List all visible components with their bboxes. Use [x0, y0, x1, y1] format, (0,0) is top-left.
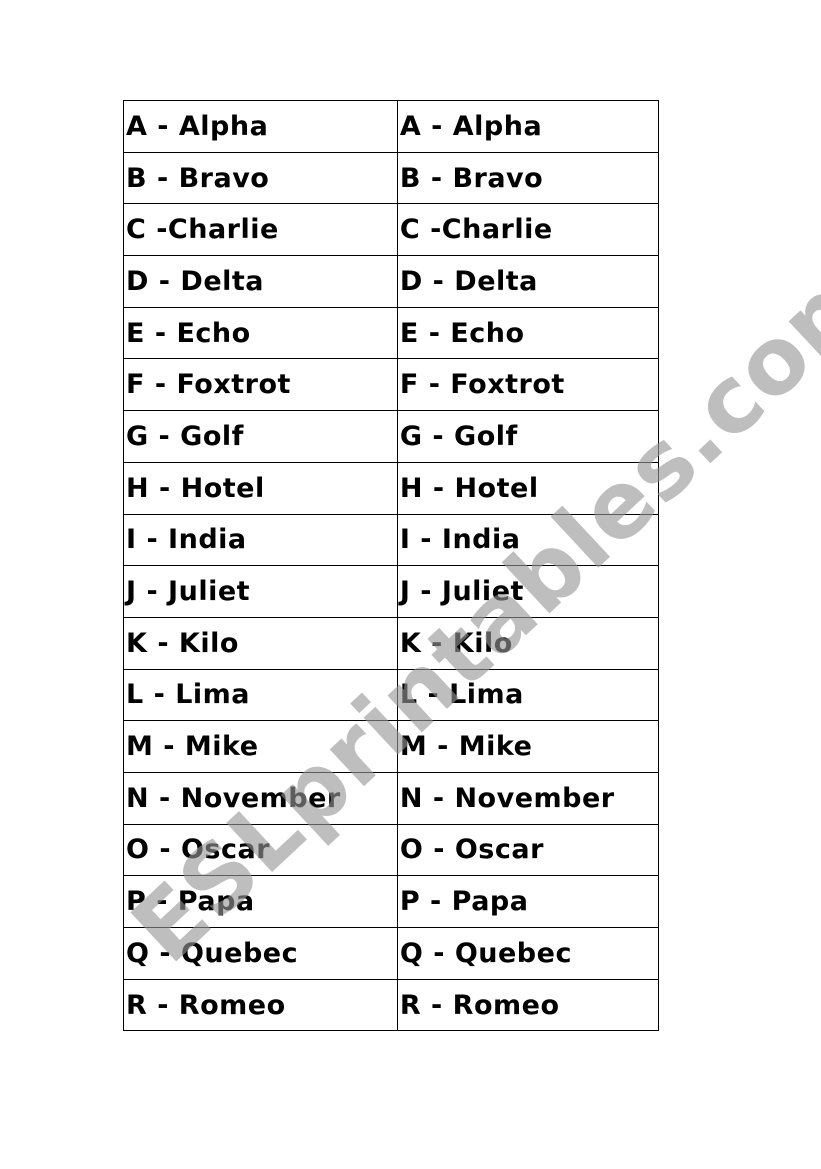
table-row: A - Alpha A - Alpha [123, 100, 660, 153]
table-row: N - November N - November [123, 771, 660, 825]
table-cell: M - Mike [396, 720, 660, 773]
table-cell: M - Mike [123, 720, 398, 773]
table-cell: E - Echo [396, 306, 660, 360]
table-cell: K - Kilo [123, 616, 398, 670]
table-cell: H - Hotel [396, 461, 660, 515]
table-cell: D - Delta [123, 255, 398, 308]
table-cell: J - Juliet [396, 565, 660, 618]
table-cell: R - Romeo [123, 978, 398, 1032]
table-row: J - Juliet J - Juliet [123, 565, 660, 618]
table-row: I - India I - India [123, 513, 660, 567]
table-cell: K - Kilo [396, 616, 660, 670]
table-cell: D - Delta [396, 255, 660, 308]
table-row: P - Papa P - Papa [123, 875, 660, 928]
table-cell: O - Oscar [123, 823, 398, 877]
table-cell: H - Hotel [123, 461, 398, 515]
table-row: O - Oscar O - Oscar [123, 823, 660, 877]
table-row: L - Lima L - Lima [123, 668, 660, 722]
table-cell: R - Romeo [396, 978, 660, 1032]
table-cell: C -Charlie [396, 203, 660, 257]
table-row: E - Echo E - Echo [123, 306, 660, 360]
table-row: G - Golf G - Golf [123, 410, 660, 463]
table-cell: I - India [123, 513, 398, 567]
worksheet-page: A - Alpha A - Alpha B - Bravo B - Bravo C -C… [0, 0, 821, 1169]
table-cell: B - Bravo [123, 151, 398, 205]
table-row: M - Mike M - Mike [123, 720, 660, 773]
table-cell: E - Echo [123, 306, 398, 360]
table-cell: L - Lima [396, 668, 660, 722]
table-cell: G - Golf [123, 410, 398, 463]
table-cell: J - Juliet [123, 565, 398, 618]
table-row: D - Delta D - Delta [123, 255, 660, 308]
table-row: H - Hotel H - Hotel [123, 461, 660, 515]
table-row: C -Charlie C -Charlie [123, 203, 660, 257]
table-cell: F - Foxtrot [123, 358, 398, 412]
table-cell: O - Oscar [396, 823, 660, 877]
table-cell: G - Golf [396, 410, 660, 463]
table-cell: L - Lima [123, 668, 398, 722]
table-cell: N - November [123, 771, 398, 825]
table-row: F - Foxtrot F - Foxtrot [123, 358, 660, 412]
phonetic-alphabet-table: A - Alpha A - Alpha B - Bravo B - Bravo C -C… [123, 100, 660, 1032]
table-row: K - Kilo K - Kilo [123, 616, 660, 670]
table-cell: P - Papa [396, 875, 660, 928]
table-row: Q - Quebec Q - Quebec [123, 927, 660, 980]
table-cell: B - Bravo [396, 151, 660, 205]
table-cell: N - November [396, 771, 660, 825]
table-row: R - Romeo R - Romeo [123, 978, 660, 1032]
table-cell: C -Charlie [123, 203, 398, 257]
table-row: B - Bravo B - Bravo [123, 151, 660, 205]
table-cell: Q - Quebec [396, 927, 660, 980]
table-cell: Q - Quebec [123, 927, 398, 980]
table-cell: A - Alpha [396, 100, 660, 153]
table-cell: I - India [396, 513, 660, 567]
table-cell: P - Papa [123, 875, 398, 928]
table-cell: F - Foxtrot [396, 358, 660, 412]
table-cell: A - Alpha [123, 100, 398, 153]
